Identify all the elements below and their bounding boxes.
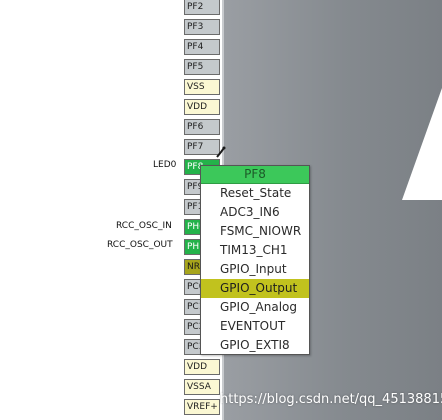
pin-pf5[interactable]: PF5 <box>184 59 220 75</box>
pin-pf6[interactable]: PF6 <box>184 119 220 135</box>
menu-item-eventout[interactable]: EVENTOUT <box>201 317 309 336</box>
menu-item-adc3-in6[interactable]: ADC3_IN6 <box>201 203 309 222</box>
pin-vdd[interactable]: VDD <box>184 99 220 115</box>
pin-vssa[interactable]: VSSA <box>184 379 220 395</box>
pin-label-led0: LED0 <box>153 160 177 170</box>
pin-pf3[interactable]: PF3 <box>184 19 220 35</box>
pin-label-rcc-osc-in: RCC_OSC_IN <box>116 221 172 231</box>
pin-vref[interactable]: VREF+ <box>184 399 220 415</box>
menu-items: Reset_State ADC3_IN6 FSMC_NIOWR TIM13_CH1 GP… <box>201 184 309 355</box>
menu-item-reset-state[interactable]: Reset_State <box>201 184 309 203</box>
pin-connector-icon <box>216 146 226 158</box>
menu-item-gpio-input[interactable]: GPIO_Input <box>201 260 309 279</box>
pin-vdd[interactable]: VDD <box>184 359 220 375</box>
menu-item-tim13-ch1[interactable]: TIM13_CH1 <box>201 241 309 260</box>
menu-item-gpio-analog[interactable]: GPIO_Analog <box>201 298 309 317</box>
pin-function-menu: PF8 Reset_State ADC3_IN6 FSMC_NIOWR TIM13_C… <box>200 165 310 355</box>
pin-label-rcc-osc-out: RCC_OSC_OUT <box>107 240 173 250</box>
menu-item-gpio-output[interactable]: GPIO_Output <box>201 279 309 298</box>
pin-pf4[interactable]: PF4 <box>184 39 220 55</box>
menu-title: PF8 <box>201 166 309 184</box>
pin-vss[interactable]: VSS <box>184 79 220 95</box>
menu-item-fsmc-niowr[interactable]: FSMC_NIOWR <box>201 222 309 241</box>
pin-pf7[interactable]: PF7 <box>184 139 220 155</box>
watermark-url: https://blog.csdn.net/qq_45138815 <box>220 392 442 407</box>
menu-item-gpio-exti8[interactable]: GPIO_EXTI8 <box>201 336 309 355</box>
pin-pf2[interactable]: PF2 <box>184 0 220 15</box>
chip-marking-shape <box>402 88 442 200</box>
